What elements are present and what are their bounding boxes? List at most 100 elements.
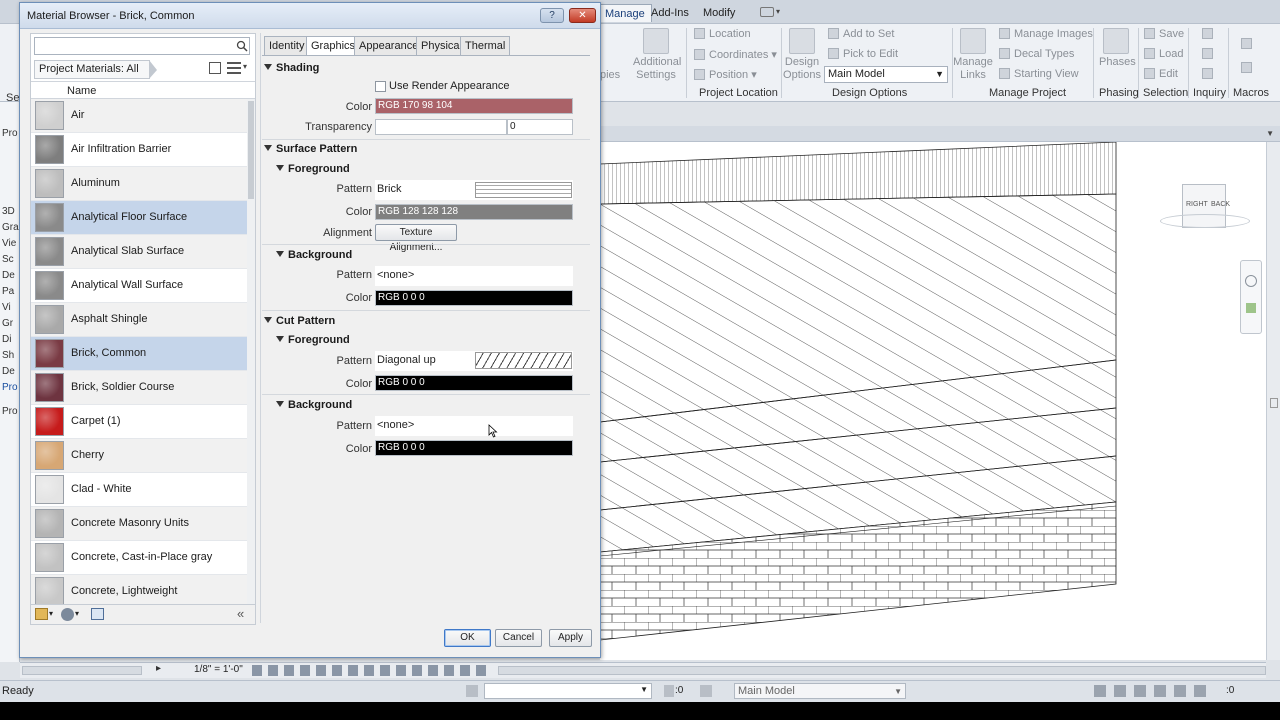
selection-toggle-icons[interactable] <box>1094 685 1214 697</box>
strip-item[interactable]: Gr <box>2 318 13 329</box>
list-view-icon[interactable] <box>227 62 241 74</box>
location-button[interactable]: Location <box>694 28 751 40</box>
section-cut-pattern[interactable]: Cut Pattern <box>264 315 335 327</box>
inquiry-id-button[interactable] <box>1202 28 1217 40</box>
project-materials-filter[interactable]: Project Materials: All <box>34 60 157 79</box>
tab-appearance[interactable]: Appearance <box>354 36 424 56</box>
section-surface-foreground[interactable]: Foreground <box>276 163 350 175</box>
cancel-button[interactable]: Cancel <box>495 629 542 647</box>
tab-modify[interactable]: Modify <box>697 4 741 22</box>
view-control-icons[interactable] <box>252 665 492 676</box>
steering-wheel-icon[interactable] <box>1245 275 1257 287</box>
additional-settings-button[interactable]: Additional Settings <box>633 56 681 82</box>
scroll-thumb[interactable] <box>248 101 254 199</box>
pick-to-edit-button[interactable]: Pick to Edit <box>828 48 898 60</box>
tab-thermal[interactable]: Thermal <box>460 36 511 56</box>
design-options-button[interactable]: Design Options <box>783 56 821 82</box>
material-list-item[interactable]: Clad - White <box>31 473 247 507</box>
material-list-item[interactable]: Cherry <box>31 439 247 473</box>
strip-item[interactable]: De <box>2 366 15 377</box>
strip-item[interactable]: Pa <box>2 286 14 297</box>
save-selection-button[interactable]: Save <box>1144 28 1184 40</box>
ok-button[interactable]: OK <box>444 629 491 647</box>
manage-images-button[interactable]: Manage Images <box>999 28 1093 40</box>
material-list-item[interactable]: Analytical Floor Surface <box>31 201 247 235</box>
material-list-item[interactable]: Concrete, Cast-in-Place gray <box>31 541 247 575</box>
design-option-select[interactable]: Main Model ▼ <box>824 66 948 83</box>
macro-manager-button[interactable] <box>1241 38 1256 50</box>
viewcube-compass-ring[interactable] <box>1160 214 1250 228</box>
strip-item[interactable]: Sc <box>2 254 14 265</box>
cut-bg-color-swatch[interactable]: RGB 0 0 0 <box>375 440 573 456</box>
list-scrollbar[interactable] <box>247 99 255 604</box>
strip-item[interactable]: Vie <box>2 238 16 249</box>
material-list-item[interactable]: Carpet (1) <box>31 405 247 439</box>
transparency-slider[interactable] <box>375 119 507 135</box>
apply-button[interactable]: Apply <box>549 629 592 647</box>
inquiry-warnings-button[interactable] <box>1202 68 1217 80</box>
search-icon[interactable] <box>236 40 248 52</box>
view-horizontal-scrollbar[interactable] <box>498 666 1266 675</box>
chevron-down-icon[interactable]: ▾ <box>243 62 247 71</box>
material-list-item[interactable]: Asphalt Shingle <box>31 303 247 337</box>
surface-fg-pattern-field[interactable]: Brick <box>375 180 573 200</box>
scroll-right-arrow[interactable]: ▸ <box>156 663 161 674</box>
tab-add-ins[interactable]: Add-Ins <box>645 4 695 22</box>
edit-selection-button[interactable]: Edit <box>1144 68 1178 80</box>
create-material-icon[interactable] <box>61 608 74 621</box>
panel-splitter[interactable] <box>260 33 261 623</box>
manage-links-button[interactable]: Manage Links <box>953 56 993 82</box>
strip-item[interactable]: Pro <box>2 128 18 139</box>
list-column-header[interactable]: Name <box>31 81 255 99</box>
section-cut-foreground[interactable]: Foreground <box>276 334 350 346</box>
decal-types-button[interactable]: Decal Types <box>999 48 1074 60</box>
inquiry-select-button[interactable] <box>1202 48 1217 60</box>
filter-icon[interactable] <box>664 685 674 697</box>
starting-view-button[interactable]: Starting View <box>999 68 1079 80</box>
section-surface-pattern[interactable]: Surface Pattern <box>264 143 357 155</box>
strip-item[interactable]: 3D <box>2 206 15 217</box>
workset-select[interactable]: ▼ <box>484 683 652 699</box>
close-button[interactable]: ✕ <box>569 8 596 23</box>
design-option-icon[interactable] <box>700 685 712 697</box>
view-switch-icon[interactable] <box>760 7 774 17</box>
strip-item[interactable]: Vi <box>2 302 11 313</box>
chevron-down-icon[interactable]: ▾ <box>776 7 780 16</box>
material-list-item[interactable]: Concrete Masonry Units <box>31 507 247 541</box>
cut-fg-pattern-field[interactable]: Diagonal up <box>375 351 573 371</box>
section-cut-background[interactable]: Background <box>276 399 352 411</box>
strip-item[interactable]: Sh <box>2 350 14 361</box>
tab-graphics[interactable]: Graphics <box>306 36 361 56</box>
search-input[interactable] <box>35 38 231 54</box>
status-design-option-select[interactable]: Main Model ▼ <box>734 683 906 699</box>
view-scale[interactable]: 1/8" = 1'-0" <box>194 664 243 675</box>
worksets-icon[interactable] <box>466 685 478 697</box>
use-render-appearance-checkbox[interactable] <box>375 81 386 92</box>
material-list-item[interactable]: Analytical Wall Surface <box>31 269 247 303</box>
phases-button[interactable]: Phases <box>1099 56 1136 68</box>
texture-alignment-button[interactable]: Texture Alignment... <box>375 224 457 253</box>
strip-item[interactable]: Pro <box>2 406 18 417</box>
macro-security-button[interactable] <box>1241 62 1256 74</box>
load-selection-button[interactable]: Load <box>1144 48 1183 60</box>
view-vertical-scrollbar[interactable] <box>1266 142 1280 660</box>
material-list-item[interactable]: Air Infiltration Barrier <box>31 133 247 167</box>
strip-item[interactable]: Pro <box>2 382 18 393</box>
scroll-thumb[interactable] <box>1270 398 1278 408</box>
material-list-item[interactable]: Air <box>31 99 247 133</box>
collapse-panel-icon[interactable]: « <box>237 606 244 621</box>
section-shading[interactable]: Shading <box>264 62 319 74</box>
strip-item[interactable]: De <box>2 270 15 281</box>
chevron-down-icon[interactable]: ▾ <box>75 609 79 618</box>
view-toggle-icon[interactable] <box>209 62 221 74</box>
chevron-down-icon[interactable]: ▼ <box>1266 129 1274 138</box>
view-canvas[interactable]: RIGHT BACK <box>599 141 1266 660</box>
material-list-item[interactable]: Analytical Slab Surface <box>31 235 247 269</box>
surface-fg-color-swatch[interactable]: RGB 128 128 128 <box>375 204 573 220</box>
strip-item[interactable]: Gra <box>2 222 19 233</box>
material-list-item[interactable]: Aluminum <box>31 167 247 201</box>
cut-fg-color-swatch[interactable]: RGB 0 0 0 <box>375 375 573 391</box>
strip-item[interactable]: Di <box>2 334 11 345</box>
surface-bg-pattern-field[interactable]: <none> <box>375 266 573 286</box>
library-folder-icon[interactable] <box>35 608 48 620</box>
